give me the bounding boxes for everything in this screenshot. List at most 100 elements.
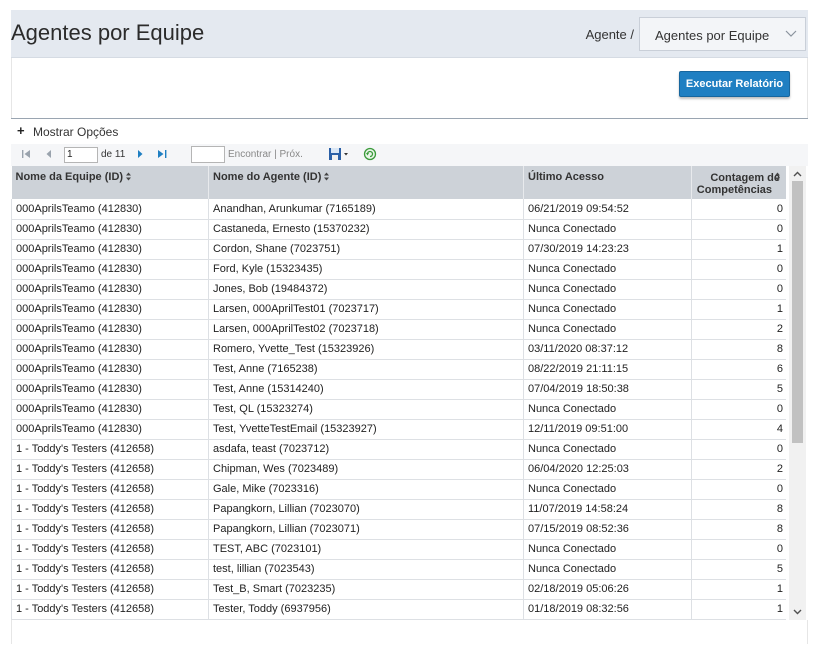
table-row[interactable]: 1 - Toddy's Testers (412658) test, lillia… — [11, 559, 786, 580]
column-header-team[interactable]: Nome da Equipe (ID) — [11, 166, 209, 199]
scroll-down-icon[interactable] — [792, 606, 803, 617]
skill-count-cell: 8 — [691, 339, 786, 360]
last-access-cell: 07/04/2019 18:50:38 — [523, 379, 692, 400]
last-access-cell: Nunca Conectado — [523, 559, 692, 580]
table-row[interactable]: 000AprilsTeamo (412830) Test, YvetteTestE… — [11, 419, 786, 440]
sort-icon — [324, 172, 330, 181]
team-cell: 000AprilsTeamo (412830) — [11, 259, 209, 280]
skill-count-cell: 4 — [691, 419, 786, 440]
first-page-icon[interactable] — [20, 147, 32, 161]
sort-icon — [126, 172, 132, 181]
team-cell: 000AprilsTeamo (412830) — [11, 359, 209, 380]
last-access-cell: 07/15/2019 08:52:36 — [523, 519, 692, 540]
next-page-icon[interactable] — [135, 147, 145, 161]
column-header-agent[interactable]: Nome do Agente (ID) — [208, 166, 524, 199]
skill-count-cell: 0 — [691, 539, 786, 560]
column-header-skill-count[interactable]: Contagem de Competências — [691, 166, 786, 199]
agent-cell: Larsen, 000AprilTest01 (7023717) — [208, 299, 524, 320]
breadcrumb[interactable]: Agente / — [586, 27, 634, 42]
table-row[interactable]: 1 - Toddy's Testers (412658) Papangkorn, … — [11, 499, 786, 520]
agent-cell: Test, Anne (7165238) — [208, 359, 524, 380]
last-access-cell: 12/11/2019 09:51:00 — [523, 419, 692, 440]
skill-count-cell: 5 — [691, 559, 786, 580]
refresh-icon[interactable] — [363, 147, 379, 163]
team-cell: 000AprilsTeamo (412830) — [11, 219, 209, 240]
table-row[interactable]: 1 - Toddy's Testers (412658) Gale, Mike (… — [11, 479, 786, 500]
table-row[interactable]: 000AprilsTeamo (412830) Ford, Kyle (15323… — [11, 259, 786, 280]
skill-count-cell: 5 — [691, 379, 786, 400]
team-cell: 000AprilsTeamo (412830) — [11, 419, 209, 440]
agent-cell: Romero, Yvette_Test (15323926) — [208, 339, 524, 360]
skill-count-cell: 1 — [691, 299, 786, 320]
skill-count-cell: 1 — [691, 239, 786, 260]
show-options-toggle[interactable]: + Mostrar Opções — [11, 118, 808, 144]
skill-count-cell: 2 — [691, 319, 786, 340]
skill-count-cell: 8 — [691, 519, 786, 540]
skill-count-cell: 2 — [691, 459, 786, 480]
scroll-up-icon[interactable] — [792, 169, 803, 180]
team-cell: 000AprilsTeamo (412830) — [11, 339, 209, 360]
sort-icon — [775, 172, 780, 181]
table-body: 000AprilsTeamo (412830) Anandhan, Arunkum… — [11, 199, 786, 620]
skill-count-cell: 8 — [691, 499, 786, 520]
plus-icon: + — [17, 123, 25, 138]
scrollbar-thumb[interactable] — [792, 181, 803, 443]
report-table: Nome da Equipe (ID) Nome do Agente (ID) … — [11, 166, 786, 620]
table-row[interactable]: 1 - Toddy's Testers (412658) Papangkorn, … — [11, 519, 786, 540]
page-title: Agentes por Equipe — [11, 20, 205, 45]
table-row[interactable]: 000AprilsTeamo (412830) Larsen, 000AprilT… — [11, 299, 786, 320]
table-row[interactable]: 000AprilsTeamo (412830) Test, QL (1532327… — [11, 399, 786, 420]
last-access-cell: 01/18/2019 08:32:56 — [523, 599, 692, 620]
agent-cell: Test, YvetteTestEmail (15323927) — [208, 419, 524, 440]
find-input[interactable] — [191, 146, 225, 163]
table-scrollbar[interactable] — [789, 166, 806, 620]
skill-count-cell: 0 — [691, 479, 786, 500]
run-report-button[interactable]: Executar Relatório — [679, 71, 790, 97]
column-header-last-access[interactable]: Último Acesso — [523, 166, 692, 199]
agent-cell: Ford, Kyle (15323435) — [208, 259, 524, 280]
table-row[interactable]: 1 - Toddy's Testers (412658) asdafa, teas… — [11, 439, 786, 460]
save-export-icon[interactable] — [328, 147, 352, 163]
find-next-link[interactable]: Encontrar | Próx. — [228, 149, 303, 160]
report-select[interactable]: Agentes por Equipe — [639, 17, 806, 51]
last-access-cell: Nunca Conectado — [523, 539, 692, 560]
last-access-cell: Nunca Conectado — [523, 259, 692, 280]
agent-cell: asdafa, teast (7023712) — [208, 439, 524, 460]
table-row[interactable]: 000AprilsTeamo (412830) Test, Anne (15314… — [11, 379, 786, 400]
last-page-icon[interactable] — [156, 147, 170, 161]
page-count: de 11 — [101, 149, 126, 160]
skill-count-cell: 0 — [691, 399, 786, 420]
team-cell: 1 - Toddy's Testers (412658) — [11, 559, 209, 580]
last-access-cell: Nunca Conectado — [523, 279, 692, 300]
table-row[interactable]: 000AprilsTeamo (412830) Anandhan, Arunkum… — [11, 199, 786, 220]
table-row[interactable]: 000AprilsTeamo (412830) Larsen, 000AprilT… — [11, 319, 786, 340]
team-cell: 000AprilsTeamo (412830) — [11, 379, 209, 400]
agent-cell: Jones, Bob (19484372) — [208, 279, 524, 300]
skill-count-cell: 0 — [691, 199, 786, 220]
table-row[interactable]: 1 - Toddy's Testers (412658) Test_B, Smar… — [11, 579, 786, 600]
agent-cell: Castaneda, Ernesto (15370232) — [208, 219, 524, 240]
last-access-cell: 02/18/2019 05:06:26 — [523, 579, 692, 600]
agent-cell: Test, QL (15323274) — [208, 399, 524, 420]
team-cell: 1 - Toddy's Testers (412658) — [11, 519, 209, 540]
last-access-cell: 03/11/2020 08:37:12 — [523, 339, 692, 360]
page-number-input[interactable]: 1 — [64, 147, 98, 163]
last-access-cell: 08/22/2019 21:11:15 — [523, 359, 692, 380]
table-row[interactable]: 000AprilsTeamo (412830) Test, Anne (71652… — [11, 359, 786, 380]
team-cell: 000AprilsTeamo (412830) — [11, 199, 209, 220]
agent-cell: Larsen, 000AprilTest02 (7023718) — [208, 319, 524, 340]
agent-cell: Gale, Mike (7023316) — [208, 479, 524, 500]
table-row[interactable]: 1 - Toddy's Testers (412658) Chipman, Wes… — [11, 459, 786, 480]
table-row[interactable]: 000AprilsTeamo (412830) Castaneda, Ernest… — [11, 219, 786, 240]
last-access-cell: 06/21/2019 09:54:52 — [523, 199, 692, 220]
agent-cell: Cordon, Shane (7023751) — [208, 239, 524, 260]
table-row[interactable]: 1 - Toddy's Testers (412658) Tester, Todd… — [11, 599, 786, 620]
table-row[interactable]: 000AprilsTeamo (412830) Cordon, Shane (70… — [11, 239, 786, 260]
prev-page-icon[interactable] — [44, 147, 54, 161]
agent-cell: Chipman, Wes (7023489) — [208, 459, 524, 480]
team-cell: 000AprilsTeamo (412830) — [11, 399, 209, 420]
table-row[interactable]: 000AprilsTeamo (412830) Jones, Bob (19484… — [11, 279, 786, 300]
table-row[interactable]: 1 - Toddy's Testers (412658) TEST, ABC (7… — [11, 539, 786, 560]
last-access-cell: 11/07/2019 14:58:24 — [523, 499, 692, 520]
table-row[interactable]: 000AprilsTeamo (412830) Romero, Yvette_Te… — [11, 339, 786, 360]
